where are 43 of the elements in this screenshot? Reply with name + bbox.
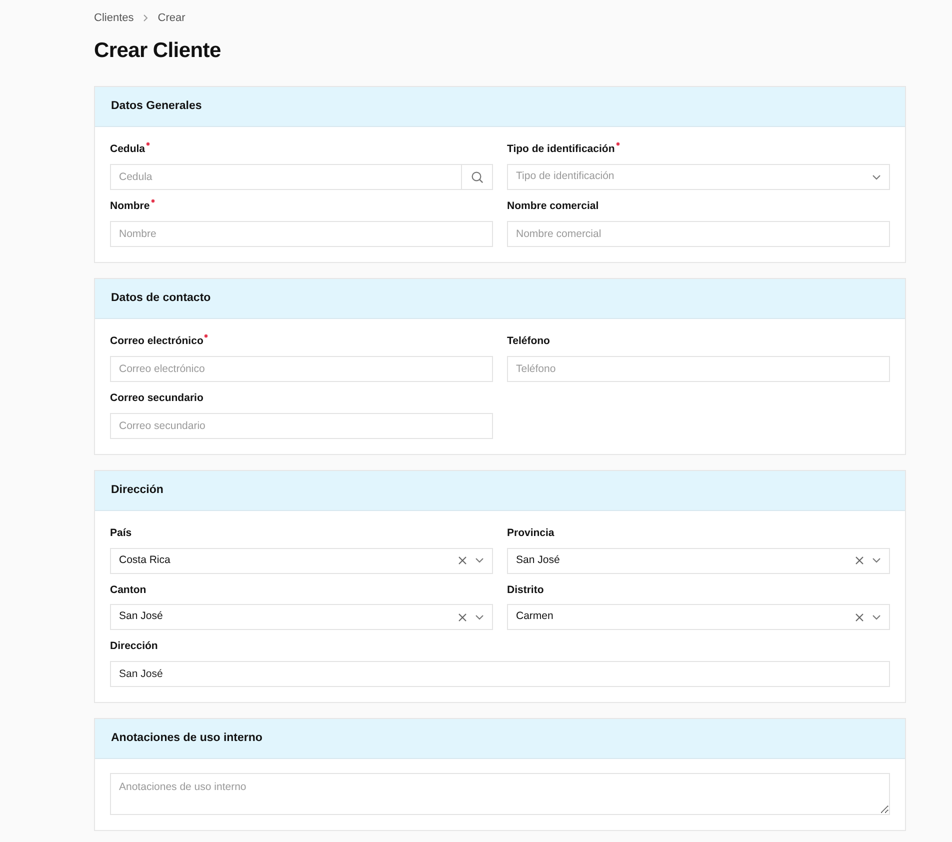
input-field[interactable]: Correo electrónico	[110, 356, 493, 382]
search-button[interactable]	[462, 164, 493, 190]
select-field[interactable]: Carmen	[507, 604, 890, 630]
clear-icon	[458, 556, 467, 565]
section-title: Datos Generales	[95, 87, 905, 128]
input-field[interactable]: Nombre comercial	[507, 220, 890, 247]
section-title: Anotaciones de uso interno	[95, 719, 905, 760]
field-label: Dirección	[110, 639, 158, 654]
field-label: Nombre	[110, 199, 155, 215]
field-label: Provincia	[507, 526, 554, 541]
text-area[interactable]: Anotaciones de uso interno	[110, 773, 890, 816]
field-label: País	[110, 526, 132, 541]
search-icon	[471, 171, 483, 183]
field-label: Cedula	[110, 142, 150, 158]
select-field[interactable]: San José	[507, 548, 890, 574]
input-field[interactable]: Correo secundario	[110, 412, 493, 438]
breadcrumb-link[interactable]: Crear	[158, 10, 186, 26]
page-title: Crear Cliente	[94, 38, 222, 64]
field-label: Distrito	[507, 582, 544, 598]
section-title: Datos de contacto	[95, 278, 905, 319]
chevron-down-icon	[872, 172, 881, 182]
clear-icon	[458, 612, 467, 622]
clear-icon	[855, 612, 864, 622]
field-label: Teléfono	[507, 334, 550, 349]
field-label: Nombre comercial	[507, 199, 599, 214]
search-field[interactable]: Cedula	[110, 164, 462, 190]
chevron-down-icon	[475, 556, 484, 565]
field-label: Tipo de identificación	[507, 142, 620, 158]
chevron-icon	[142, 14, 150, 22]
field-label: Correo electrónico	[110, 334, 208, 350]
chevron-down-icon	[475, 612, 484, 622]
input-field[interactable]: San José	[110, 661, 890, 687]
field-label: Correo secundario	[110, 390, 204, 406]
input-field[interactable]: Nombre	[110, 220, 493, 247]
section-title: Dirección	[95, 470, 905, 511]
select-field[interactable]: Costa Rica	[110, 548, 493, 574]
chevron-down-icon	[872, 556, 881, 565]
breadcrumb-link[interactable]: Clientes	[94, 10, 134, 26]
input-field[interactable]: Teléfono	[507, 356, 890, 382]
chevron-down-icon	[872, 612, 881, 622]
clear-icon	[855, 556, 864, 565]
field-label: Canton	[110, 582, 146, 598]
select-field[interactable]: San José	[110, 604, 493, 630]
